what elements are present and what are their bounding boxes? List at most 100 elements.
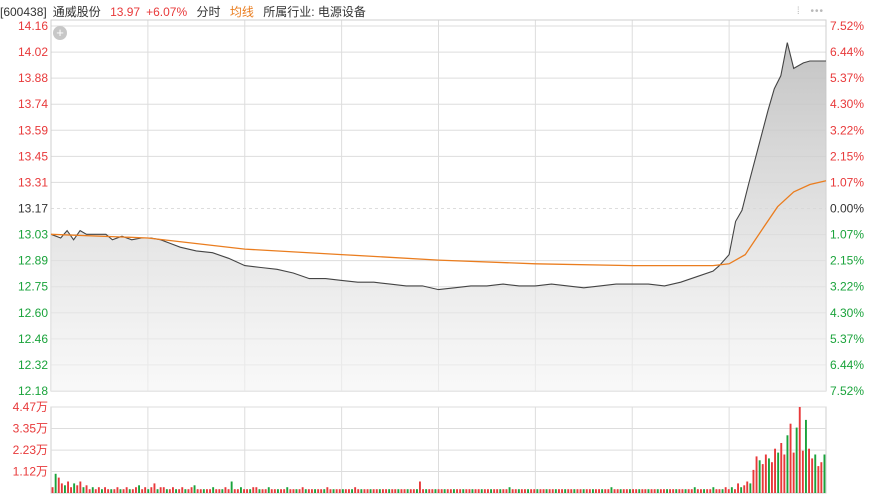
volume-bar [798,407,801,493]
volume-bar [706,489,709,493]
volume-bar [369,489,372,493]
volume-bar [598,489,600,493]
volume-bar [354,487,357,493]
volume-bar [212,487,215,493]
volume-bar [128,489,131,493]
volume-bar [168,489,171,493]
y-tick-label: 13.31 [18,175,48,189]
volume-bar [490,489,492,493]
volume-bar [814,454,817,493]
volume-bar [434,489,437,493]
volume-bar [539,489,542,493]
volume-bar [805,419,807,493]
volume-bar [416,489,418,493]
volume-bar [375,489,378,493]
volume-bar [366,489,369,493]
volume-bar [471,489,474,493]
pct-tick-label: 7.52% [830,384,864,398]
volume-bar [511,489,514,493]
volume-bar [576,489,579,493]
volume-bar [341,489,344,493]
volume-bar [363,489,366,493]
volume-bar [264,489,267,493]
volume-bar [295,489,298,493]
volume-bar [88,489,91,493]
volume-bar [768,458,770,493]
volume-bar [206,489,208,493]
volume-bar [653,489,656,493]
volume-bar [703,489,705,493]
volume-bar [273,489,276,493]
volume-bar [422,489,424,493]
volume-bar [144,487,147,493]
volume-bar [428,489,431,493]
volume-bar [573,489,576,493]
volume-bar [616,489,619,493]
volume-bar [520,489,523,493]
volume-bar [632,489,634,493]
y-tick-label: 12.60 [18,306,48,320]
volume-bar [64,485,66,493]
volume-bar [592,489,594,493]
volume-bar [613,489,616,493]
volume-bar [724,487,727,493]
volume-bar [162,487,165,493]
volume-bar [734,489,736,493]
timeshare-chart[interactable]: 14.16 7.52% 14.02 6.44% 13.88 5.37% 13.74 4.30%… [0,0,870,495]
volume-bar [684,489,687,493]
volume-bar [240,487,242,493]
volume-bar [338,489,341,493]
volume-bar [227,489,230,493]
volume-bar [740,487,743,493]
volume-bar [246,489,248,493]
add-icon[interactable]: + [53,26,67,40]
y-tick-label: 13.59 [18,123,48,137]
volume-bar [187,489,190,493]
volume-bar [487,489,489,493]
volume-bar [209,489,211,493]
volume-bar [314,489,316,493]
volume-bar [419,481,421,493]
volume-bar [499,489,502,493]
volume-bar [165,489,168,493]
volume-bar [570,489,573,493]
volume-bar [715,489,718,493]
volume-bar [147,489,150,493]
y-tick-label: 12.18 [18,384,48,398]
volume-bar [202,489,205,493]
volume-bar [270,489,273,493]
volume-bar [230,481,233,493]
volume-tick-label: 4.47万 [13,400,48,414]
volume-bar [604,489,607,493]
volume-bar [261,489,264,493]
volume-bar [780,443,783,493]
volume-bar [224,487,227,493]
volume-bar [755,456,758,493]
volume-bar [172,487,174,493]
volume-bar [533,489,536,493]
volume-bar [465,489,468,493]
pct-tick-label: 7.52% [830,19,864,33]
volume-bar [672,489,675,493]
volume-bar [73,483,76,493]
y-tick-label: 13.74 [18,97,48,111]
volume-bar [360,489,363,493]
volume-bar [690,489,693,493]
volume-bar [517,489,520,493]
volume-bar [777,452,780,493]
volume-bar [184,489,187,493]
volume-bar [687,489,690,493]
volume-bar [607,489,610,493]
volume-bar [104,487,106,493]
volume-bar [449,489,452,493]
volume-bar [70,487,72,493]
volume-bar [67,481,69,493]
volume-bar [585,489,588,493]
volume-bar [283,489,286,493]
volume-bar [737,483,739,493]
volume-bar [79,481,82,493]
volume-bar [190,487,193,493]
volume-bar [647,489,650,493]
y-tick-label: 12.89 [18,254,48,268]
volume-bar [357,489,360,493]
